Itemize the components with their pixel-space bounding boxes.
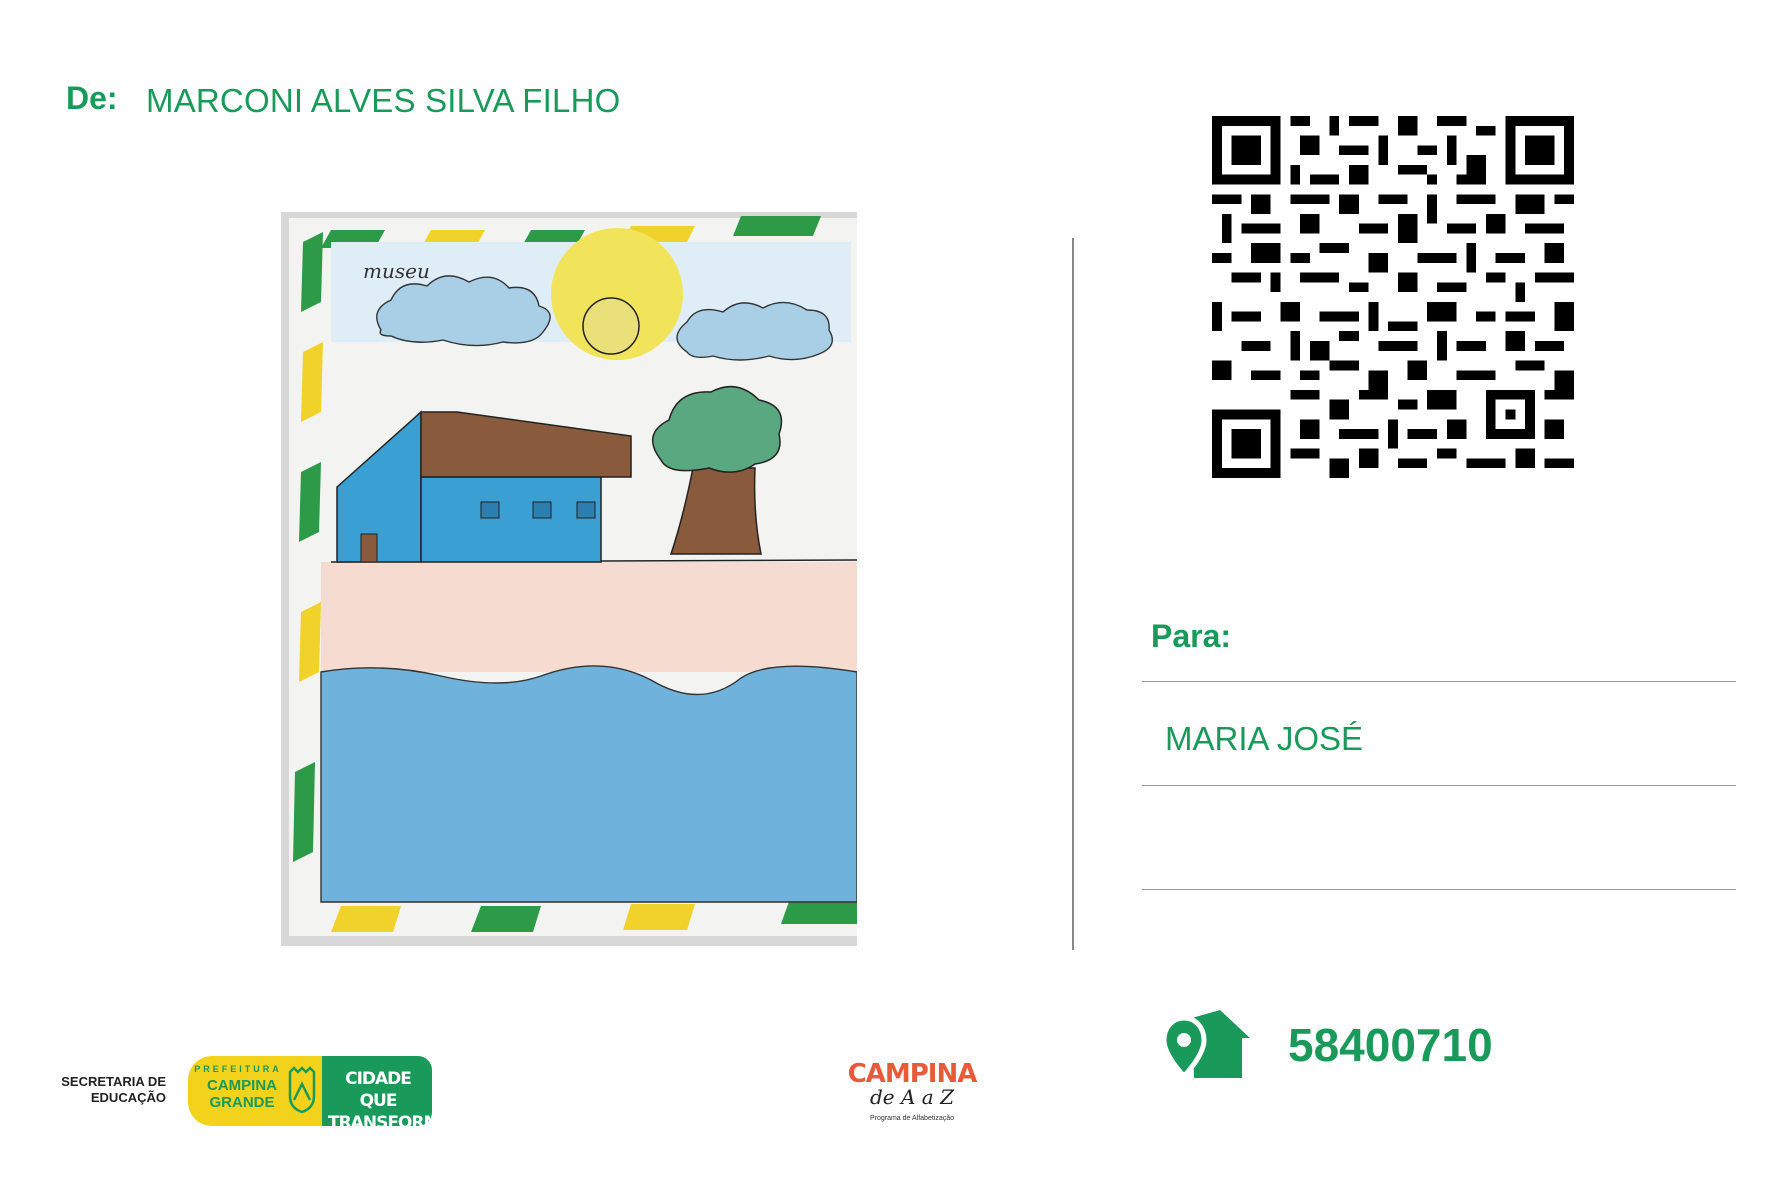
child-drawing: museu bbox=[281, 212, 857, 946]
prefeitura-prefix: PREFEITURA bbox=[194, 1064, 282, 1074]
vertical-divider bbox=[1072, 238, 1074, 950]
prefeitura-name: CAMPINA GRANDE bbox=[207, 1077, 277, 1111]
recipient-name: MARIA JOSÉ bbox=[1165, 720, 1364, 757]
address-line bbox=[1142, 889, 1736, 890]
secretaria-educacao-label: SECRETARIA DE EDUCAÇÃO bbox=[61, 1074, 166, 1105]
drawing-scribble: museu bbox=[363, 259, 430, 283]
sender-name: MARCONI ALVES SILVA FILHO bbox=[146, 82, 621, 119]
prefeitura-logo: PREFEITURA CAMPINA GRANDE bbox=[188, 1056, 322, 1126]
postal-code: 58400710 bbox=[1288, 1019, 1493, 1071]
cidade-que-transforma-logo: CIDADE QUE TRANSFORMA bbox=[322, 1056, 453, 1133]
city-shield-icon bbox=[288, 1066, 316, 1114]
recipient-label: Para: bbox=[1151, 618, 1232, 654]
qr-code[interactable] bbox=[1212, 116, 1574, 478]
address-line bbox=[1142, 681, 1736, 682]
campina-de-a-a-z-logo: CAMPINA de A a Z Programa de Alfabetizaç… bbox=[848, 1059, 978, 1122]
program-subtitle: de A a Z bbox=[870, 1085, 955, 1109]
address-line bbox=[1142, 785, 1736, 786]
sender-label: De: bbox=[66, 80, 118, 116]
slogan-text: CIDADE QUE TRANSFORMA bbox=[328, 1069, 453, 1133]
program-caption: Programa de Alfabetização bbox=[870, 1115, 954, 1122]
house-location-icon bbox=[1162, 1010, 1250, 1080]
